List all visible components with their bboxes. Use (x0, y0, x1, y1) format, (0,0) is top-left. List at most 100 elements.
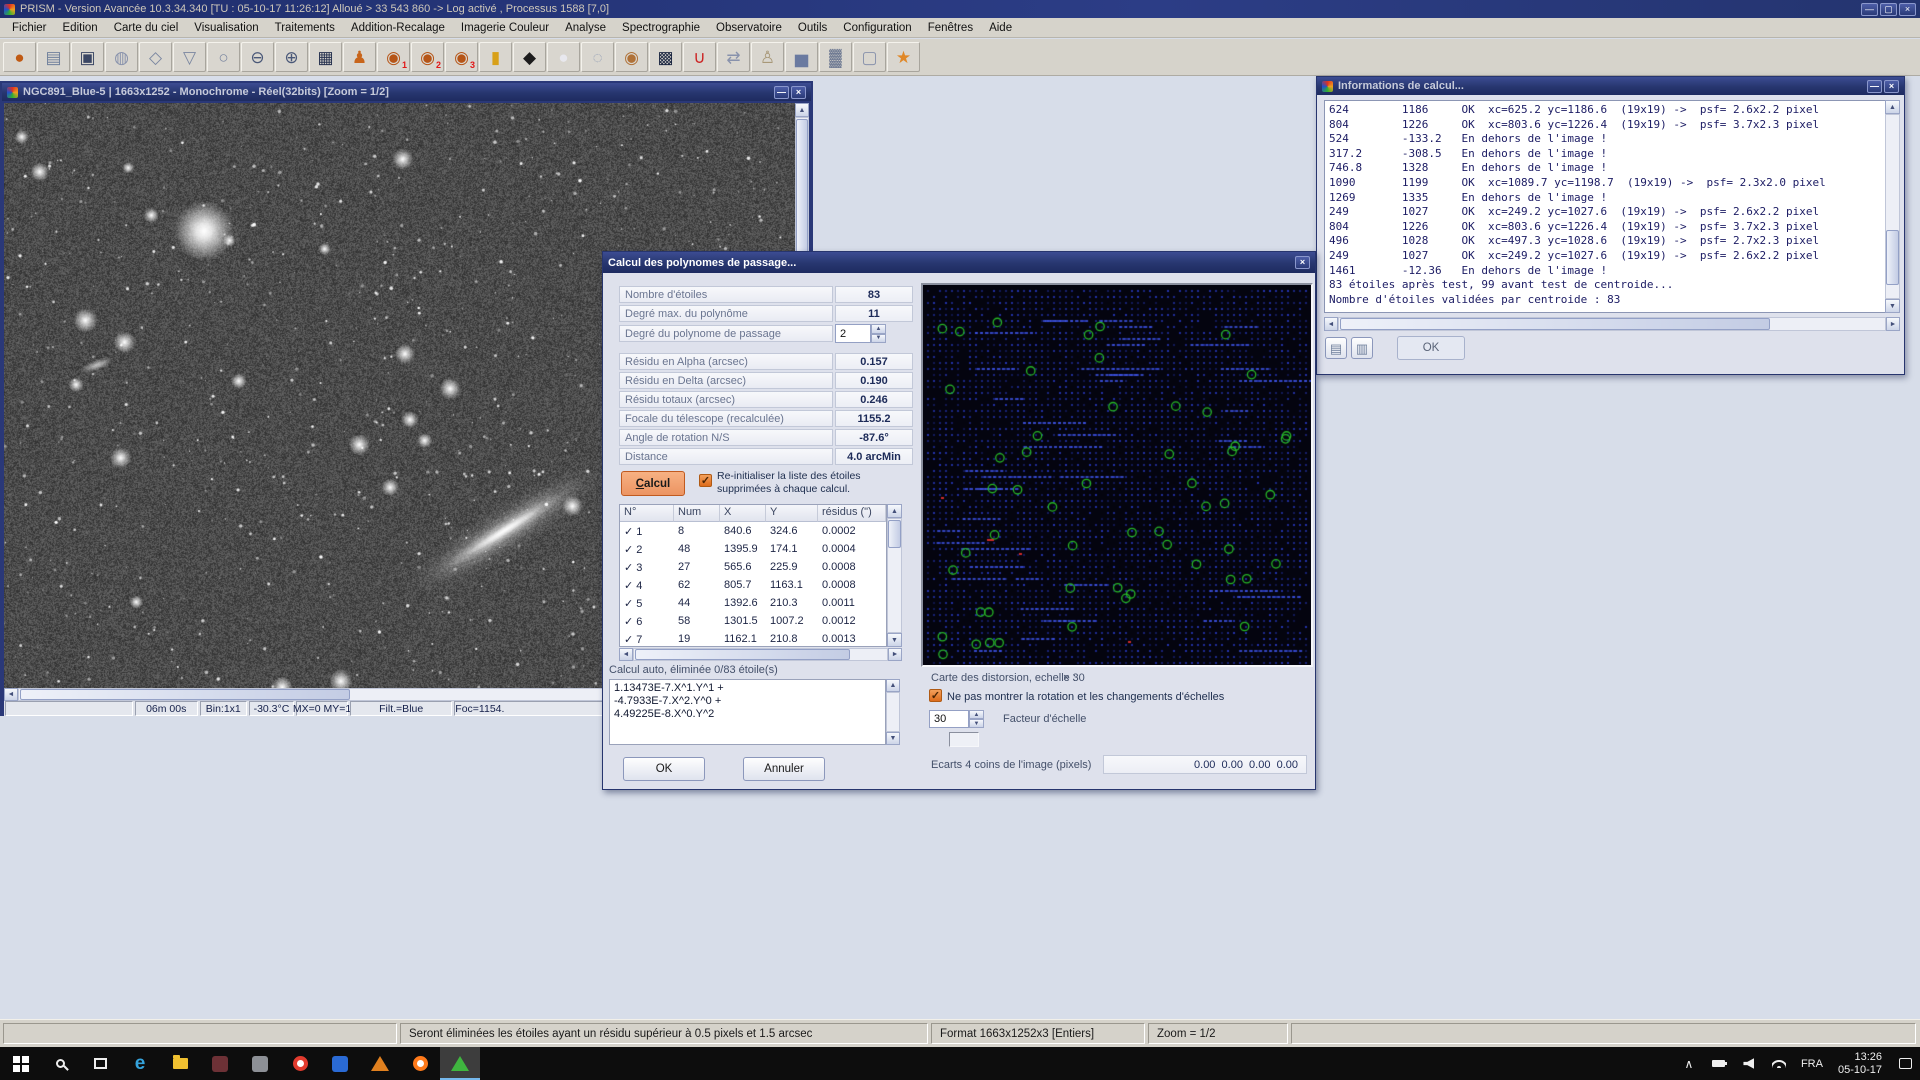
scroll-up-icon[interactable]: ▲ (795, 103, 809, 117)
app-icon-gray[interactable] (240, 1047, 280, 1080)
scroll-left-icon[interactable]: ◄ (619, 648, 633, 661)
hand-icon[interactable]: ♙ (751, 42, 784, 72)
table-hscroll-thumb[interactable] (635, 649, 850, 660)
dome-icon[interactable]: ▮ (479, 42, 512, 72)
column-header-1[interactable]: Num (674, 505, 720, 522)
scroll-up-icon[interactable]: ▲ (886, 679, 900, 692)
menu-edition[interactable]: Edition (55, 20, 106, 36)
menu-outils[interactable]: Outils (790, 20, 835, 36)
scroll-left-icon[interactable]: ◄ (4, 688, 18, 701)
circle-select-icon[interactable]: ○ (207, 42, 240, 72)
maximize-button[interactable]: ▢ (1880, 3, 1897, 16)
display-image-icon[interactable]: ▦ (309, 42, 342, 72)
spin-down-icon[interactable]: ▼ (871, 334, 886, 344)
ok-button[interactable]: OK (623, 757, 705, 781)
edge-icon[interactable]: e (120, 1047, 160, 1080)
open-image-icon[interactable]: ● (3, 42, 36, 72)
spin-up-icon[interactable]: ▲ (871, 324, 886, 334)
volume-icon[interactable] (1734, 1047, 1764, 1080)
camera-2-icon[interactable]: ◉2 (411, 42, 444, 72)
camera-setup-icon[interactable]: ▣ (71, 42, 104, 72)
close-button[interactable]: × (1899, 3, 1916, 16)
observer-icon[interactable]: ♟ (343, 42, 376, 72)
polygon-select-icon[interactable]: ◇ (139, 42, 172, 72)
reinit-checkbox[interactable]: ✓ (699, 474, 712, 487)
export-log-button[interactable]: ▥ (1351, 337, 1373, 359)
table-scroll-thumb[interactable] (888, 520, 901, 548)
start-button[interactable] (0, 1047, 40, 1080)
image-window-title-bar[interactable]: NGC891_Blue-5 | 1663x1252 - Monochrome -… (2, 83, 811, 101)
scroll-up-icon[interactable]: ▲ (1885, 100, 1900, 114)
scroll-right-icon[interactable]: ► (888, 648, 902, 661)
swap-arrows-icon[interactable]: ⇄ (717, 42, 750, 72)
save-log-button[interactable]: ▤ (1325, 337, 1347, 359)
app-icon-blue[interactable] (320, 1047, 360, 1080)
menu-spectrographie[interactable]: Spectrographie (614, 20, 708, 36)
menu-carte-du-ciel[interactable]: Carte du ciel (106, 20, 187, 36)
scroll-down-icon[interactable]: ▼ (886, 732, 900, 745)
tray-chevron-icon[interactable]: ∧ (1674, 1047, 1704, 1080)
info-minimize-button[interactable]: — (1867, 80, 1882, 93)
menu-imagerie-couleur[interactable]: Imagerie Couleur (453, 20, 557, 36)
calc-log[interactable]: 624 1186 OK xc=625.2 yc=1186.6 (19x19) -… (1324, 100, 1885, 313)
image-minimize-button[interactable]: — (774, 86, 789, 99)
info-icon[interactable]: ◍ (105, 42, 138, 72)
menu-analyse[interactable]: Analyse (557, 20, 614, 36)
info-close-button[interactable]: × (1884, 80, 1899, 93)
galaxy-icon[interactable]: ★ (887, 42, 920, 72)
window-icon[interactable]: ▢ (853, 42, 886, 72)
scroll-down-icon[interactable]: ▼ (1885, 299, 1900, 313)
planet-icon[interactable]: ◉ (615, 42, 648, 72)
menu-fen-tres[interactable]: Fenêtres (920, 20, 981, 36)
firefox-icon[interactable] (400, 1047, 440, 1080)
wifi-icon[interactable] (1764, 1047, 1794, 1080)
scroll-up-icon[interactable]: ▲ (887, 504, 902, 518)
table-row[interactable]: ✓ 6581301.51007.20.0012 (620, 612, 886, 630)
table-row[interactable]: ✓ 18840.6324.60.0002 (620, 522, 886, 540)
task-view-button[interactable] (80, 1047, 120, 1080)
language-indicator[interactable]: FRA (1794, 1047, 1830, 1080)
file-explorer-icon[interactable] (160, 1047, 200, 1080)
menu-visualisation[interactable]: Visualisation (186, 20, 266, 36)
image-close-button[interactable]: × (791, 86, 806, 99)
column-header-2[interactable]: X (720, 505, 766, 522)
menu-addition-recalage[interactable]: Addition-Recalage (343, 20, 453, 36)
table-vertical-scrollbar[interactable]: ▲ ▼ (887, 504, 902, 647)
star-table[interactable]: N°NumXYrésidus (") ✓ 18840.6324.60.0002✓… (619, 504, 887, 647)
zoom-in-icon[interactable]: ⊕ (275, 42, 308, 72)
guiding-icon[interactable]: ● (547, 42, 580, 72)
table-row[interactable]: ✓ 5441392.6210.30.0011 (620, 594, 886, 612)
info-title-bar[interactable]: Informations de calcul... — × (1317, 77, 1904, 95)
zoom-out-icon[interactable]: ⊖ (241, 42, 274, 72)
spin-up-icon[interactable]: ▲ (969, 710, 984, 719)
app-icon-store[interactable] (200, 1047, 240, 1080)
menu-configuration[interactable]: Configuration (835, 20, 919, 36)
scroll-down-icon[interactable]: ▼ (887, 633, 902, 647)
app-icon-red[interactable] (280, 1047, 320, 1080)
taskbar-clock[interactable]: 13:26 05-10-17 (1830, 1051, 1890, 1077)
info-vertical-scrollbar[interactable]: ▲ ▼ (1885, 100, 1900, 313)
scale-factor-spinner[interactable]: ▲ ▼ (969, 710, 984, 728)
menu-traitements[interactable]: Traitements (267, 20, 343, 36)
magnet-icon[interactable]: ∪ (683, 42, 716, 72)
calcul-button[interactable]: Calcul (621, 471, 685, 496)
dialog-close-button[interactable]: × (1295, 256, 1310, 269)
cancel-button[interactable]: Annuler (743, 757, 825, 781)
degree-input[interactable]: 2 (835, 324, 871, 343)
menu-fichier[interactable]: Fichier (4, 20, 55, 36)
sphere-icon[interactable]: ◌ (581, 42, 614, 72)
notification-center-icon[interactable] (1890, 1047, 1920, 1080)
histogram-icon[interactable]: ▓ (819, 42, 852, 72)
info-scroll-thumb[interactable] (1886, 230, 1899, 285)
chart-icon[interactable]: ▅ (785, 42, 818, 72)
table-horizontal-scrollbar[interactable]: ◄ ► (619, 648, 902, 661)
table-row[interactable]: ✓ 462805.71163.10.0008 (620, 576, 886, 594)
column-header-0[interactable]: N° (620, 505, 674, 522)
menu-observatoire[interactable]: Observatoire (708, 20, 790, 36)
hide-rotation-checkbox[interactable]: ✓ (929, 689, 942, 702)
info-ok-button[interactable]: OK (1397, 336, 1465, 360)
poly-scrollbar[interactable]: ▲ ▼ (886, 679, 900, 745)
horizontal-scroll-thumb[interactable] (20, 689, 350, 700)
menu-aide[interactable]: Aide (981, 20, 1020, 36)
prism-app-icon[interactable] (440, 1047, 480, 1080)
